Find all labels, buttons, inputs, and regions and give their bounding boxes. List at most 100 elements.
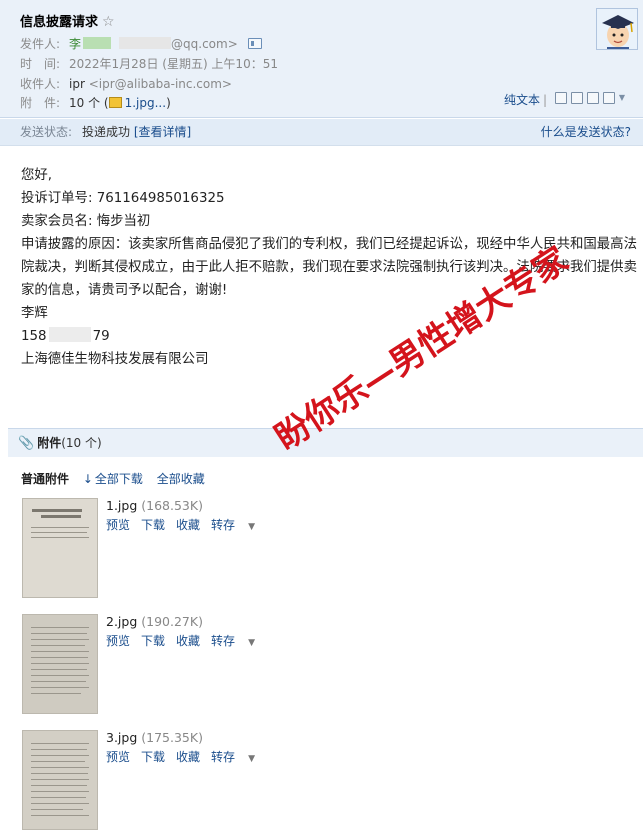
download-button[interactable]: 下载 [141,750,165,764]
attachment-name[interactable]: 3.jpg [106,730,137,745]
download-button[interactable]: 下载 [141,518,165,532]
member-line: 卖家会员名: 悔步当初 [21,214,151,229]
export-icon[interactable] [586,92,599,104]
thumb-text-line [31,627,89,628]
time-value: 2022年1月28日 (星期五) 上午10：51 [69,57,278,71]
phone-prefix: 158 [21,329,47,344]
thumb-text-line [31,527,89,528]
thumb-text-line [31,791,89,792]
forward-button[interactable]: 转存 [211,634,235,648]
thumb-text-line [31,809,83,810]
attachment-name-row: 3.jpg (175.35K) [106,730,203,745]
mail-tool-icons: ▼ [554,92,625,104]
status-label: 发送状态: [20,125,73,139]
attachment-name-row: 1.jpg (168.53K) [106,498,203,513]
caret-down-icon[interactable]: ▼ [248,522,255,532]
thumb-text-line [31,815,89,816]
star-icon[interactable]: ☆ [102,14,115,30]
attachment-thumbnail[interactable] [22,730,98,830]
attachments-title: 附件 [37,436,62,450]
plaintext-link[interactable]: 纯文本 [504,93,540,107]
thumb-text-line [31,773,88,774]
new-window-icon[interactable] [554,92,567,104]
attach-close: ) [166,96,171,110]
from-label: 发件人: [20,37,61,51]
signer: 李辉 [21,306,48,321]
attachment-name[interactable]: 2.jpg [106,614,137,629]
attachment-name-row: 2.jpg (190.27K) [106,614,203,629]
download-button[interactable]: 下载 [141,634,165,648]
save-all-button[interactable]: 全部收藏 [157,472,205,486]
delivery-status-bar: 发送状态: 投递成功 [查看详情] 什么是发送状态? [0,119,643,146]
time-label: 时 间: [20,57,61,71]
attachment-name[interactable]: 1.jpg [106,498,137,513]
save-button[interactable]: 收藏 [176,518,200,532]
attach-file-link[interactable]: 1.jpg... [125,96,166,110]
attachment-thumbnail[interactable] [22,498,98,598]
caret-down-icon[interactable]: ▼ [248,638,255,648]
preview-button[interactable]: 预览 [106,634,130,648]
thumb-text-line [31,657,88,658]
to-label: 收件人: [20,77,61,91]
attach-label: 附 件: [20,96,61,110]
attachment-size: (168.53K) [141,498,203,513]
to-email[interactable]: <ipr@alibaba-inc.com> [89,77,232,91]
status-value-wrap: 投递成功 [查看详情] [82,119,191,146]
thumb-text-line [32,509,82,512]
order-line: 投诉订单号: 761164985016325 [21,191,225,206]
download-all-label: 全部下载 [94,472,143,486]
thumb-text-line [31,767,89,768]
from-email[interactable]: @qq.com> [171,37,238,51]
print-icon[interactable] [602,92,615,104]
normal-attachments-label: 普通附件 [21,472,70,486]
phone-line: 158 79 [21,325,641,348]
attachments-count: (10 个) [61,436,102,450]
status-help-link[interactable]: 什么是发送状态? [541,119,631,146]
to-name[interactable]: ipr [69,77,85,91]
thumb-text-line [31,749,87,750]
paperclip-icon: 📎 [18,436,35,451]
status-value: 投递成功 [82,125,131,139]
attachment-item: 1.jpg (168.53K) 预览 下载 收藏 转存 ▼ [22,498,622,598]
plaintext-toggle[interactable]: 纯文本 | [504,91,547,108]
redaction-mask [48,327,91,342]
thumb-text-line [31,779,89,780]
attachment-actions: 预览 下载 收藏 转存 ▼ [106,748,255,765]
attachment-actions: 预览 下载 收藏 转存 ▼ [106,516,255,533]
thumb-text-line [31,687,89,688]
preview-button[interactable]: 预览 [106,518,130,532]
view-details-link[interactable]: [查看详情] [134,125,191,139]
caret-down-icon[interactable]: ▼ [248,754,255,764]
forward-button[interactable]: 转存 [211,750,235,764]
attachments-toolbar: 普通附件 ↓ 全部下载 全部收藏 [21,470,205,487]
divider: | [542,93,547,107]
company: 上海德佳生物科技发展有限公司 [21,352,209,367]
attachment-thumbnail[interactable] [22,614,98,714]
from-row: 发件人: 李 @qq.com> [20,35,262,53]
thumb-text-line [31,681,86,682]
thumb-text-line [31,761,85,762]
thumb-text-line [31,785,87,786]
thumb-text-line [31,755,89,756]
greeting: 您好, [21,168,53,183]
thumb-text-line [31,693,81,694]
from-name[interactable]: 李 [69,37,81,51]
copy-icon[interactable] [570,92,583,104]
thumb-text-line [31,663,89,664]
attachment-item: 2.jpg (190.27K) 预览 下载 收藏 转存 ▼ [22,614,622,714]
forward-button[interactable]: 转存 [211,518,235,532]
thumb-text-line [41,515,81,518]
avatar-graduate-icon [597,9,637,49]
preview-button[interactable]: 预览 [106,750,130,764]
time-row: 时 间: 2022年1月28日 (星期五) 上午10：51 [20,55,278,73]
mail-header: 信息披露请求 ☆ 发件人: 李 @qq.com> 时 间: 2022年1月28日 (星期… [0,0,643,118]
avatar [596,8,638,50]
chevron-down-icon[interactable]: ▼ [619,92,625,104]
save-button[interactable]: 收藏 [176,750,200,764]
save-button[interactable]: 收藏 [176,634,200,648]
mail-subject: 信息披露请求 ☆ [20,11,115,30]
download-all-button[interactable]: ↓ 全部下载 [83,472,143,486]
attach-count: 10 个 ( [69,96,109,110]
contact-card-icon[interactable] [247,38,262,49]
thumb-text-line [31,537,89,538]
